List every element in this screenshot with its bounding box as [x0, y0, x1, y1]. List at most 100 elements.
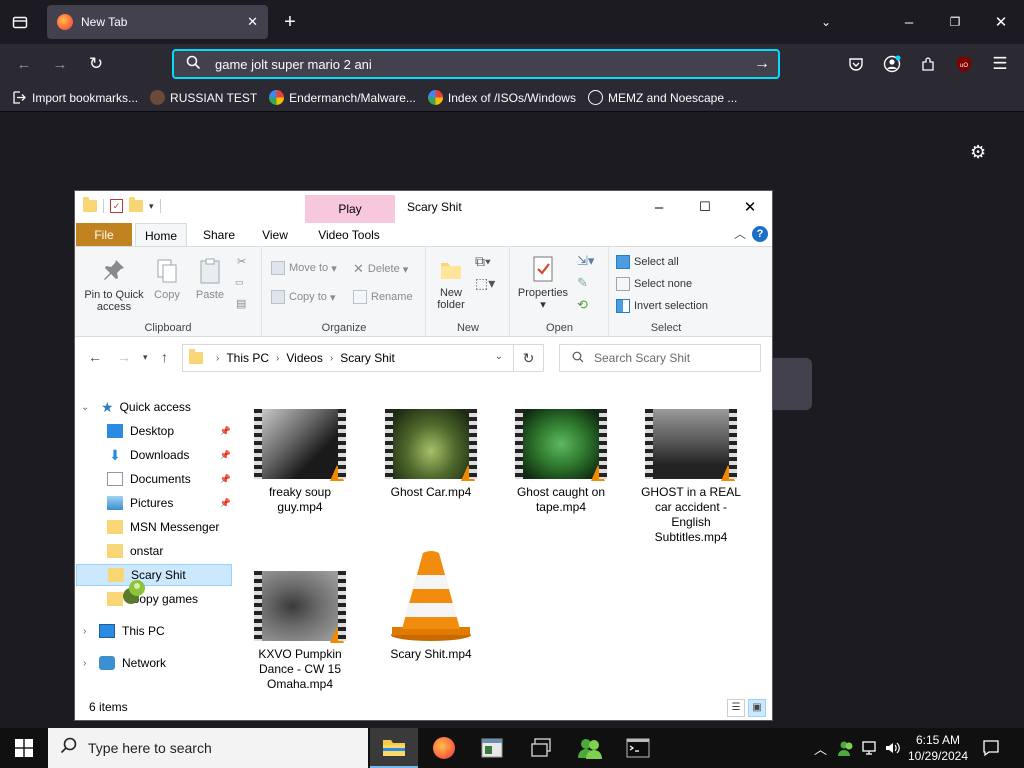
url-bar[interactable]: game jolt super mario 2 ani → — [172, 49, 780, 79]
go-arrow-icon[interactable]: → — [754, 55, 770, 73]
breadcrumb-videos[interactable]: Videos — [286, 351, 322, 365]
cut-icon[interactable]: ✂ — [237, 255, 246, 268]
file-item[interactable]: Ghost caught on tape.mp4 — [506, 409, 616, 515]
chevron-right-icon[interactable]: › — [330, 353, 333, 364]
select-none-button[interactable]: Select none — [616, 277, 692, 291]
nav-quick-access[interactable]: ⌄ ★ Quick access — [75, 396, 235, 418]
msn-tray-icon[interactable] — [838, 728, 854, 768]
forward-icon[interactable]: → — [117, 349, 131, 365]
paste-shortcut-icon[interactable]: ▤ — [236, 297, 246, 310]
maximize-button[interactable]: ☐ — [682, 195, 728, 219]
minimize-button[interactable]: – — [895, 8, 923, 36]
minimize-button[interactable]: – — [636, 195, 682, 219]
pocket-icon[interactable] — [842, 50, 870, 78]
customize-qat-icon[interactable]: ▾ — [149, 201, 154, 212]
select-all-button[interactable]: Select all — [616, 255, 679, 269]
paste-button[interactable]: Paste — [189, 257, 231, 301]
nav-pictures[interactable]: Pictures 📌 — [75, 492, 235, 514]
invert-selection-button[interactable]: Invert selection — [616, 299, 708, 313]
bookmark-memz[interactable]: MEMZ and Noescape ... — [587, 90, 737, 105]
file-item[interactable]: freaky soup guy.mp4 — [245, 409, 355, 515]
chevron-right-icon[interactable]: › — [276, 353, 279, 364]
nav-downloads[interactable]: ⬇ Downloads 📌 — [75, 444, 235, 466]
tab-new-tab[interactable]: New Tab ✕ — [47, 5, 268, 39]
nav-desktop[interactable]: Desktop 📌 — [75, 420, 235, 442]
bookmark-endermanch[interactable]: Endermanch/Malware... — [269, 90, 416, 105]
tab-file[interactable]: File — [76, 223, 132, 247]
reload-icon[interactable]: ↻ — [82, 50, 110, 78]
history-icon[interactable]: ⟲ — [577, 297, 588, 313]
bookmark-russian-test[interactable]: RUSSIAN TEST — [150, 90, 257, 105]
search-box-fragment[interactable] — [772, 358, 812, 410]
file-item[interactable]: GHOST in a REAL car accident - English S… — [636, 409, 746, 545]
edit-icon[interactable]: ✎ — [577, 275, 588, 291]
copy-to-button[interactable]: Copy to ▾ — [271, 290, 336, 304]
network-tray-icon[interactable] — [862, 728, 880, 768]
nav-msn-messenger[interactable]: MSN Messenger — [75, 516, 235, 538]
new-folder-icon[interactable] — [129, 197, 143, 212]
close-button[interactable]: ✕ — [727, 195, 773, 219]
back-icon[interactable]: ← — [10, 50, 38, 78]
volume-tray-icon[interactable] — [884, 728, 900, 768]
file-item[interactable]: Ghost Car.mp4 — [376, 409, 486, 500]
properties-icon[interactable]: ✓ — [110, 199, 123, 213]
nav-documents[interactable]: Documents 📌 — [75, 468, 235, 490]
restore-button[interactable]: ❐ — [941, 8, 969, 36]
tab-share[interactable]: Share — [193, 223, 245, 247]
app-window-taskbar-icon[interactable] — [468, 728, 516, 768]
close-window-button[interactable]: ✕ — [987, 8, 1015, 36]
url-input[interactable]: game jolt super mario 2 ani — [215, 57, 754, 72]
easy-access-icon[interactable]: ⬚▾ — [475, 275, 495, 292]
chevron-down-icon[interactable]: ⌄ — [81, 402, 89, 413]
collapse-ribbon-icon[interactable]: ︿ — [734, 225, 746, 242]
breadcrumb-scary-shit[interactable]: Scary Shit — [340, 351, 395, 365]
move-to-button[interactable]: Move to ▾ — [271, 261, 337, 275]
forward-icon[interactable]: → — [46, 50, 74, 78]
command-prompt-taskbar-icon[interactable] — [614, 728, 662, 768]
recent-locations-icon[interactable]: ▾ — [143, 352, 148, 363]
bookmark-import[interactable]: Import bookmarks... — [12, 90, 138, 105]
chevron-right-icon[interactable]: › — [83, 626, 86, 637]
nav-network[interactable]: › Network — [75, 652, 235, 674]
menu-icon[interactable]: ☰ — [986, 50, 1014, 78]
file-explorer-taskbar-icon[interactable] — [370, 728, 418, 768]
open-icon[interactable]: ⇲▾ — [577, 253, 594, 269]
system-clock[interactable]: 6:15 AM 10/29/2024 — [904, 732, 972, 764]
search-input[interactable]: Search Scary Shit — [559, 344, 761, 372]
new-item-icon[interactable]: ⧉▾ — [475, 253, 491, 270]
chevron-right-icon[interactable]: › — [216, 353, 219, 364]
copy-path-icon[interactable]: ▭ — [235, 277, 244, 288]
taskbar-search-box[interactable]: Type here to search — [48, 728, 368, 768]
firefox-taskbar-icon[interactable] — [420, 728, 468, 768]
tab-home[interactable]: Home — [135, 223, 187, 247]
refresh-icon[interactable]: ↻ — [513, 345, 543, 371]
notifications-icon[interactable] — [982, 728, 1000, 768]
tab-video-tools[interactable]: Video Tools — [305, 223, 393, 247]
nav-onstar[interactable]: onstar — [75, 540, 235, 562]
up-icon[interactable]: ↑ — [161, 349, 168, 365]
extensions-icon[interactable] — [914, 50, 942, 78]
help-icon[interactable]: ? — [752, 226, 768, 242]
copy-button[interactable]: Copy — [149, 257, 185, 301]
file-item[interactable]: Scary Shit.mp4 — [376, 549, 486, 662]
bookmark-index-isos[interactable]: Index of /ISOs/Windows — [427, 90, 576, 105]
new-folder-button[interactable]: New folder — [429, 255, 473, 311]
ublock-origin-icon[interactable]: uO — [950, 50, 978, 78]
account-icon[interactable] — [878, 50, 906, 78]
chevron-down-icon[interactable]: ⌄ — [495, 351, 503, 362]
nav-this-pc[interactable]: › This PC — [75, 620, 235, 642]
new-tab-button[interactable]: + — [276, 8, 304, 36]
address-bar[interactable]: › This PC › Videos › Scary Shit ⌄ ↻ — [182, 344, 544, 372]
nav-scary-shit[interactable]: Scary Shit — [76, 564, 232, 586]
tab-list-icon[interactable] — [6, 8, 34, 36]
large-icons-view-icon[interactable]: ▣ — [748, 699, 766, 717]
pin-to-quick-access-button[interactable]: Pin to Quick access — [81, 257, 147, 313]
breadcrumb-this-pc[interactable]: This PC — [226, 351, 269, 365]
nav-loopy-games[interactable]: loopy games — [75, 588, 235, 610]
list-all-tabs-icon[interactable]: ⌄ — [812, 8, 840, 36]
properties-button[interactable]: Properties ▾ — [513, 255, 573, 311]
back-icon[interactable]: ← — [88, 349, 102, 365]
delete-button[interactable]: ✕ Delete ▾ — [353, 261, 408, 277]
rename-button[interactable]: Rename — [353, 290, 413, 304]
windows-start-button[interactable] — [0, 728, 48, 768]
